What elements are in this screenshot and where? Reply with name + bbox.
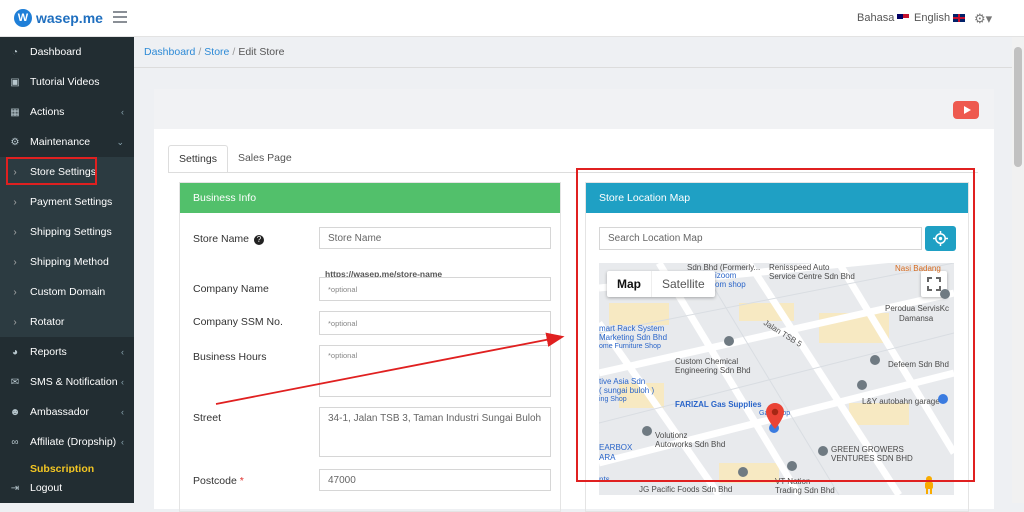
language-bahasa[interactable]: Bahasa <box>857 12 910 24</box>
chevron-right-icon: › <box>13 196 17 208</box>
language-english[interactable]: English <box>914 12 966 24</box>
malaysia-flag-icon <box>897 14 910 22</box>
youtube-play-icon[interactable] <box>953 101 979 119</box>
sidebar-item-ambassador[interactable]: ☻ Ambassador ‹ <box>0 397 134 427</box>
sidebar-item-reports[interactable]: ◕ Reports ‹ <box>0 337 134 367</box>
sidebar-item-sms-notification[interactable]: ✉ SMS & Notification ‹ <box>0 367 134 397</box>
chevron-right-icon: › <box>13 226 17 238</box>
postcode-input[interactable]: 47000 <box>319 469 551 491</box>
store-location-panel: Store Location Map Search Location Map M… <box>585 182 969 512</box>
sidebar-item-custom-domain[interactable]: › Custom Domain <box>0 277 134 307</box>
gear-icon: ⚙ <box>10 136 20 148</box>
box-header <box>154 89 994 129</box>
chevron-left-icon: ‹ <box>121 347 124 357</box>
tabs: Settings Sales Page <box>168 145 302 173</box>
tab-sales-page[interactable]: Sales Page <box>228 145 302 173</box>
mail-icon: ✉ <box>10 376 20 388</box>
sidebar-item-dashboard[interactable]: ◔ Dashboard <box>0 37 134 67</box>
store-location-title: Store Location Map <box>586 183 968 213</box>
sidebar-item-tutorial-videos[interactable]: ▣ Tutorial Videos <box>0 67 134 97</box>
grid-icon: ▦ <box>10 106 20 118</box>
street-textarea[interactable]: 34-1, Jalan TSB 3, Taman Industri Sungai… <box>319 407 551 457</box>
pegman-icon[interactable] <box>923 476 935 494</box>
main-content: Dashboard / Store / Edit Store Settings Sale… <box>134 37 1024 512</box>
sidebar-item-shipping-method[interactable]: › Shipping Method <box>0 247 134 277</box>
sidebar-item-actions[interactable]: ▦ Actions ‹ <box>0 97 134 127</box>
breadcrumb-current: Edit Store <box>238 46 285 58</box>
chevron-left-icon: ‹ <box>121 377 124 387</box>
page-scrollbar[interactable] <box>1012 37 1024 503</box>
location-marker-icon[interactable] <box>766 403 784 432</box>
brand-logo[interactable]: W wasep.me <box>14 9 103 27</box>
sidebar-item-affiliate[interactable]: ∞ Affiliate (Dropship) ‹ <box>0 427 134 457</box>
business-info-panel: Business Info Store Name ? Store Name ht… <box>179 182 561 512</box>
chevron-right-icon: › <box>13 256 17 268</box>
sidebar: ◔ Dashboard ▣ Tutorial Videos ▦ Actions ‹ ⚙ M… <box>0 37 134 503</box>
logo-mark: W <box>14 9 32 27</box>
google-map[interactable]: Map Satellite Sdn Bhd (Formerly... Renis… <box>599 263 954 495</box>
sidebar-item-payment-settings[interactable]: › Payment Settings <box>0 187 134 217</box>
locate-crosshair-icon[interactable] <box>925 226 956 251</box>
link-icon: ∞ <box>11 436 19 448</box>
breadcrumb-dashboard[interactable]: Dashboard <box>144 46 195 58</box>
menu-toggle-icon[interactable] <box>113 11 127 23</box>
company-ssm-label: Company SSM No. <box>193 316 283 328</box>
chevron-left-icon: ‹ <box>121 407 124 417</box>
brand-name: wasep.me <box>36 10 103 26</box>
breadcrumb-store[interactable]: Store <box>204 46 229 58</box>
scrollbar-thumb[interactable] <box>1014 47 1022 167</box>
street-label: Street <box>193 412 222 424</box>
business-hours-label: Business Hours <box>193 351 267 363</box>
company-name-label: Company Name <box>193 283 269 295</box>
search-location-input[interactable]: Search Location Map <box>599 227 922 250</box>
dashboard-icon: ◔ <box>11 46 19 58</box>
language-english-label: English <box>914 12 951 24</box>
settings-gear-icon[interactable]: ⚙▾ <box>974 11 992 27</box>
postcode-label: Postcode * <box>193 475 244 487</box>
users-icon: ☻ <box>9 406 21 418</box>
top-navbar: W wasep.me Bahasa English ⚙▾ <box>0 0 1024 37</box>
store-name-label: Store Name ? <box>193 233 264 245</box>
company-name-input[interactable]: *optional <box>319 277 551 301</box>
chevron-right-icon: › <box>13 166 17 178</box>
help-icon[interactable]: ? <box>253 235 264 245</box>
chevron-right-icon: › <box>13 286 17 298</box>
chevron-right-icon: › <box>13 316 17 328</box>
edit-store-box: Settings Sales Page Business Info Store … <box>154 89 994 512</box>
chevron-down-icon: ⌄ <box>116 136 124 147</box>
logout-icon: ⇥ <box>10 482 20 494</box>
video-icon: ▣ <box>10 76 20 88</box>
company-ssm-input[interactable]: *optional <box>319 311 551 335</box>
sidebar-item-maintenance[interactable]: ⚙ Maintenance ⌄ <box>0 127 134 157</box>
map-pins <box>642 289 950 477</box>
uk-flag-icon <box>953 14 966 22</box>
sidebar-item-store-settings[interactable]: › Store Settings <box>0 157 134 187</box>
tab-settings[interactable]: Settings <box>168 145 228 173</box>
business-info-title: Business Info <box>180 183 560 213</box>
sidebar-item-logout[interactable]: ⇥ Logout <box>0 473 134 503</box>
chevron-left-icon: ‹ <box>121 437 124 447</box>
pie-chart-icon: ◕ <box>11 346 19 358</box>
sidebar-item-shipping-settings[interactable]: › Shipping Settings <box>0 217 134 247</box>
chevron-left-icon: ‹ <box>121 107 124 117</box>
breadcrumb: Dashboard / Store / Edit Store <box>144 46 285 58</box>
language-bahasa-label: Bahasa <box>857 12 895 24</box>
sidebar-item-rotator[interactable]: › Rotator <box>0 307 134 337</box>
business-hours-textarea[interactable]: *optional <box>319 345 551 397</box>
store-name-input[interactable]: Store Name <box>319 227 551 249</box>
